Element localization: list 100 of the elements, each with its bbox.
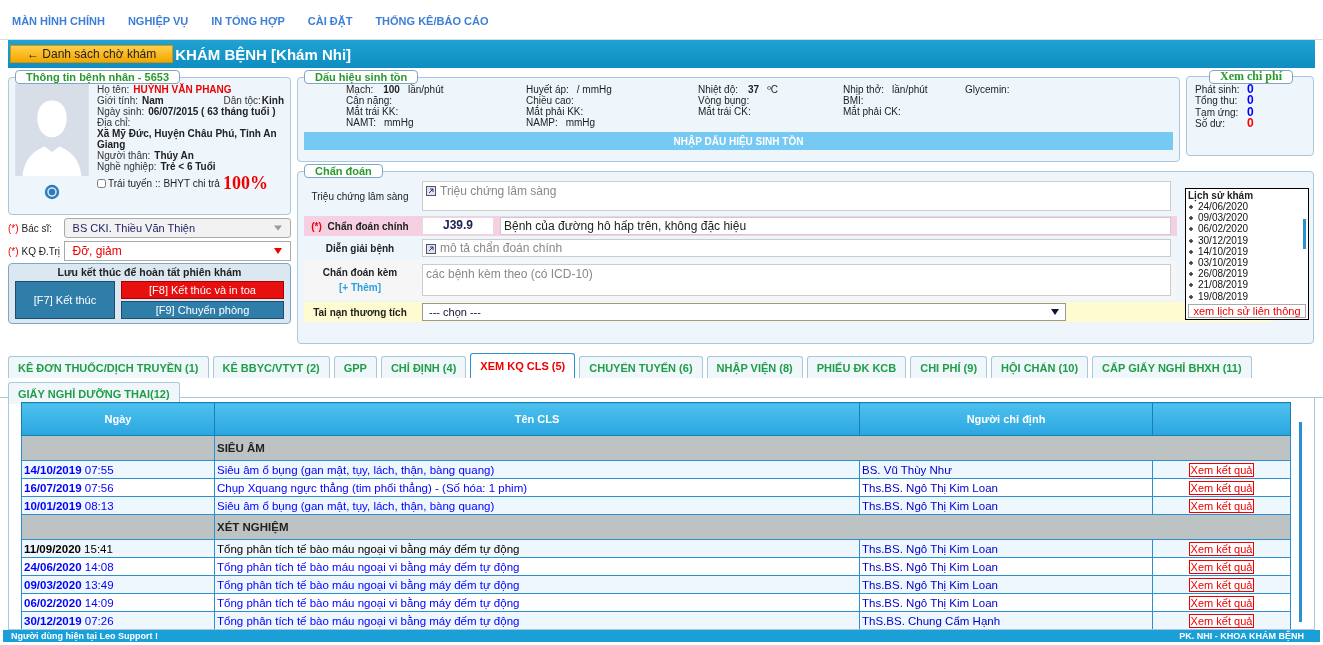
action-button[interactable]: [F9] Chuyển phòng: [121, 301, 284, 319]
required-mark: (*): [311, 220, 322, 232]
vital-label: Chiều cao:: [526, 95, 574, 106]
result-select[interactable]: Đỡ, giảm: [63, 241, 291, 261]
field-value: Kinh: [261, 95, 284, 106]
insurance-label: :: BHYT chi trả: [155, 178, 220, 189]
action-button[interactable]: [F8] Kết thúc và in toa: [121, 281, 284, 299]
cost-label: Phát sinh:: [1195, 83, 1241, 95]
add-link[interactable]: [+ Thêm]: [339, 282, 381, 293]
panel-legend[interactable]: Xem chi phí: [1209, 70, 1293, 84]
view-result-link[interactable]: Xem kết quả: [1188, 559, 1255, 574]
nav-menu-item[interactable]: IN TỔNG HỢP: [211, 15, 285, 39]
expand-icon: [426, 186, 436, 196]
tab[interactable]: NHẬP VIỆN (8): [706, 356, 803, 378]
field-label: Người thân:: [97, 150, 151, 161]
vital-value: 100: [383, 84, 400, 95]
table-cell: Tổng phân tích tế bào máu ngoại vi bằng máy đếm tự động: [214, 557, 860, 576]
field-value: 06/07/2015 ( 63 tháng tuổi ): [147, 106, 276, 117]
field-value: Trẻ < 6 Tuổi: [160, 161, 216, 172]
column-header: Ngày: [21, 402, 215, 436]
back-button[interactable]: ← Danh sách chờ khám: [10, 45, 174, 63]
vital-unit: lần/phút: [892, 84, 928, 95]
field-label: Họ tên:: [97, 84, 130, 95]
field-label: Giới tính:: [97, 95, 138, 106]
view-result-link[interactable]: Xem kết quả: [1188, 480, 1255, 495]
cost-value: 0: [1247, 83, 1254, 95]
tab[interactable]: HỘI CHẨN (10): [991, 356, 1089, 378]
vital-unit: mmHg: [565, 117, 596, 128]
vital-value: 37: [748, 84, 760, 95]
scrollbar[interactable]: [1303, 219, 1306, 249]
view-result-link[interactable]: Xem kết quả: [1188, 498, 1255, 513]
vital-label: Nhịp thở:: [843, 84, 885, 95]
caret-icon: [274, 225, 282, 231]
panel-legend: Dấu hiệu sinh tồn: [304, 70, 419, 84]
checkbox[interactable]: [97, 179, 106, 188]
vital-label: Mắt trái CK:: [698, 106, 751, 117]
vital-unit: lần/phút: [407, 84, 444, 95]
tab[interactable]: CHUYỂN TUYẾN (6): [579, 356, 703, 378]
explanation-field[interactable]: mô tả chẩn đoán chính: [422, 239, 1171, 257]
history-title: Lịch sử khám: [1188, 190, 1255, 201]
nav-menu-item[interactable]: THỐNG KÊ/BÁO CÁO: [375, 15, 489, 39]
symptoms-field[interactable]: Triệu chứng lâm sàng: [422, 181, 1171, 211]
field-label: Ngày sinh:: [97, 106, 145, 117]
vital-label: Mắt phải KK:: [526, 106, 584, 117]
field-value: Xã Mỹ Đức, Huyện Châu Phú, Tỉnh An Giang: [97, 128, 278, 150]
field-label: Tai nạn thương tích: [312, 306, 408, 318]
accident-select[interactable]: --- chọn ---: [422, 303, 1066, 321]
cost-value: 0: [1247, 106, 1254, 118]
field-label: Bác sĩ:: [21, 222, 54, 234]
tab[interactable]: CẤP GIẤY NGHỈ BHXH (11): [1092, 356, 1252, 378]
view-result-link[interactable]: Xem kết quả: [1188, 577, 1255, 592]
nav-menu-item[interactable]: NGHIỆP VỤ: [127, 15, 189, 39]
tab[interactable]: KÊ ĐƠN THUỐC/DỊCH TRUYỀN (1): [8, 356, 209, 378]
field-label: Địa chỉ:: [97, 117, 131, 128]
vital-label: Glycemin:: [965, 84, 1010, 95]
tab[interactable]: CHỈ ĐỊNH (4): [380, 356, 467, 378]
table-cell: 06/02/2020 14:09: [21, 593, 215, 612]
tab[interactable]: KÊ BBYC/VTYT (2): [212, 356, 330, 378]
page-title: KHÁM BỆNH [Khám Nhi]: [175, 45, 352, 63]
vital-label: Huyết áp:: [526, 84, 569, 95]
field-label: Diễn giải bệnh: [324, 242, 396, 254]
patient-name: HUỲNH VĂN PHANG: [132, 84, 232, 95]
comorbidity-field[interactable]: các bệnh kèm theo (có ICD-10): [422, 264, 1171, 296]
tab[interactable]: PHIẾU ĐK KCB: [806, 356, 907, 378]
view-result-link[interactable]: Xem kết quả: [1188, 541, 1255, 556]
field-label: Nghề nghiệp:: [97, 161, 157, 172]
table-cell: Chụp Xquang ngực thẳng (tim phổi thẳng) - (Số hóa: 1 phim): [214, 478, 860, 497]
history-link[interactable]: xem lịch sử liên thông: [1188, 304, 1306, 318]
checkbox-label: Trái tuyến: [108, 178, 153, 189]
finish-title: Lưu kết thúc để hoàn tất phiên khám: [56, 266, 243, 278]
field-label: Chẩn đoán kèm: [322, 267, 398, 278]
panel-legend: Thông tin bệnh nhân - 5653: [15, 70, 180, 84]
cost-value: 0: [1247, 118, 1254, 130]
field-label: Chẩn đoán chính: [327, 220, 409, 232]
field-value: Nam: [141, 95, 164, 106]
vital-label: Nhiệt độ:: [698, 84, 739, 95]
icd-code-field[interactable]: J39.9: [422, 217, 494, 235]
nav-menu-item[interactable]: CÀI ĐẶT: [307, 15, 353, 39]
field-label: Dân tộc:: [223, 95, 261, 106]
scrollbar[interactable]: [1299, 422, 1302, 622]
vital-label: BMI:: [843, 95, 864, 106]
group-header: SIÊU ÂM: [214, 435, 1291, 461]
view-result-link[interactable]: Xem kết quả: [1188, 613, 1255, 628]
vital-label: NAMP:: [526, 117, 558, 128]
vital-label: Vòng bụng:: [698, 95, 750, 106]
view-result-link[interactable]: Xem kết quả: [1188, 595, 1255, 610]
nav-menu-item[interactable]: MÀN HÌNH CHÍNH: [12, 15, 105, 39]
table-cell: Ths.BS. Ngô Thị Kim Loan: [859, 593, 1153, 612]
tab[interactable]: CHI PHÍ (9): [910, 356, 988, 378]
doctor-select[interactable]: BS CKI. Thiều Văn Thiện: [63, 218, 291, 238]
diagnosis-field[interactable]: Bệnh của đường hô hấp trên, không đặc hiệu: [500, 217, 1171, 235]
vital-label: Mạch:: [346, 84, 374, 95]
view-result-link[interactable]: Xem kết quả: [1188, 462, 1255, 477]
table-cell: 16/07/2019 07:56: [21, 478, 215, 497]
table-cell: Ths.BS. Ngô Thị Kim Loan: [859, 557, 1153, 576]
tab[interactable]: GIẤY NGHỈ DƯỠNG THAI(12): [8, 382, 180, 404]
tab[interactable]: GPP: [333, 356, 377, 378]
tab[interactable]: XEM KQ CLS (5): [470, 353, 576, 378]
emblem-icon: [44, 184, 60, 200]
action-button[interactable]: [F7] Kết thúc: [15, 281, 115, 319]
